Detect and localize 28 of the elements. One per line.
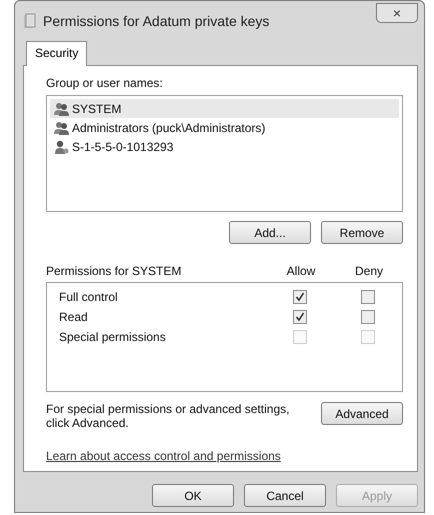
- folder-icon: [23, 13, 37, 29]
- button[interactable]: Remove: [321, 221, 403, 244]
- advanced-hint: For special permissions or advanced settings, click Advanced.: [46, 402, 290, 430]
- checkbox[interactable]: [361, 310, 375, 324]
- help-link[interactable]: Learn about access control and permissions: [46, 449, 403, 463]
- users-icon: [54, 102, 70, 116]
- button[interactable]: Cancel: [244, 484, 326, 507]
- button[interactable]: Add...: [229, 221, 311, 244]
- list-item[interactable]: S-1-5-5-0-1013293: [50, 137, 399, 156]
- checkbox[interactable]: [361, 290, 375, 304]
- close-button[interactable]: ×: [376, 3, 418, 23]
- permission-name: Special permissions: [59, 330, 167, 344]
- list-item[interactable]: SYSTEM: [50, 99, 399, 118]
- users-icon: [54, 120, 70, 134]
- column-header: Allow: [286, 264, 316, 278]
- checkbox[interactable]: [293, 310, 307, 324]
- permission-name: Full control: [59, 290, 119, 304]
- list-label: Group or user names:: [46, 76, 164, 90]
- column-header: Deny: [354, 264, 384, 278]
- checkbox[interactable]: [293, 290, 307, 304]
- button[interactable]: OK: [152, 484, 234, 507]
- advanced-button[interactable]: Advanced: [321, 402, 403, 425]
- permissions-label: Permissions for SYSTEM: [46, 264, 182, 278]
- tab[interactable]: Security: [26, 41, 88, 66]
- list-item[interactable]: Administrators (puck\Administrators): [50, 118, 399, 137]
- permission-name: Read: [59, 310, 89, 324]
- user-icon: [54, 140, 70, 154]
- window-title: Permissions for Adatum private keys: [43, 13, 270, 29]
